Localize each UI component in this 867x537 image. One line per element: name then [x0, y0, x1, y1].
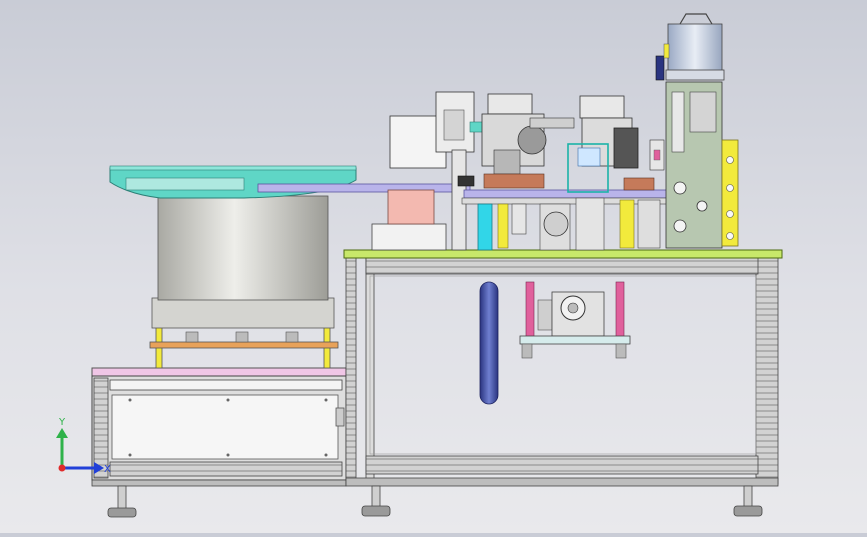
- machine-drawing: Y X: [56, 13, 783, 518]
- x-axis-label: X: [104, 464, 111, 475]
- pick-place-station: [371, 91, 489, 251]
- leveling-feet-right: [361, 485, 763, 517]
- y-axis-label: Y: [58, 417, 66, 428]
- under-motor-assembly: [519, 281, 631, 359]
- top-plate: [343, 249, 783, 259]
- leveling-feet-left: [107, 485, 137, 518]
- bowl-base-cabinet: [91, 367, 347, 487]
- navy-cylinder: [479, 281, 499, 405]
- hopper-tower: [649, 13, 739, 249]
- right-mid-station: [567, 95, 661, 251]
- vibratory-bowl-feeder: [109, 165, 357, 369]
- cad-viewport[interactable]: Y X: [0, 0, 867, 533]
- linear-feed-track: [257, 183, 471, 193]
